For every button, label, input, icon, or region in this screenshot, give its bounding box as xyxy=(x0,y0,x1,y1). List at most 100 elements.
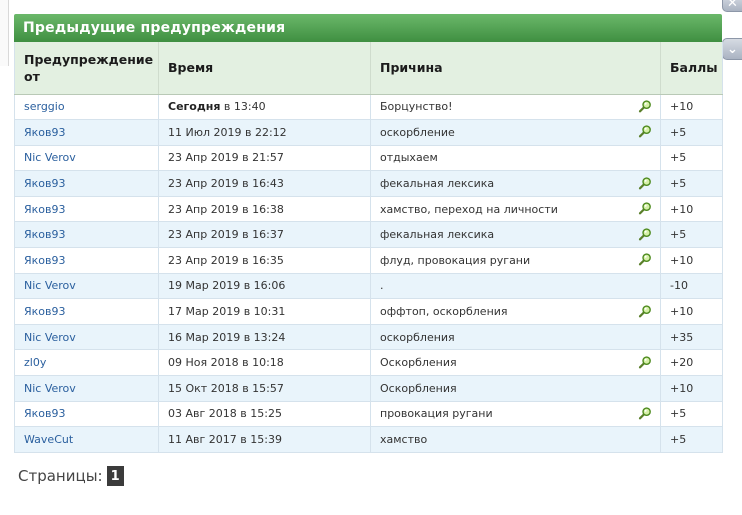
cell-time: 16 Мар 2019 в 13:24 xyxy=(158,324,371,351)
cell-reason: оффтоп, оскорбления xyxy=(370,298,661,325)
time-value: 11 Авг 2017 в 15:39 xyxy=(168,433,282,447)
reason-text: хамство xyxy=(380,433,428,447)
cell-from: Яков93 xyxy=(14,119,159,146)
user-link[interactable]: Яков93 xyxy=(24,203,66,216)
cell-points: +20 xyxy=(660,349,723,377)
background-page-edge xyxy=(0,0,9,66)
cell-reason: флуд, провокация ругани xyxy=(370,247,661,274)
cell-points: +10 xyxy=(660,375,723,402)
reason-text: Оскорбления xyxy=(380,356,457,370)
cell-from: Nic Verov xyxy=(14,273,159,300)
user-link[interactable]: Яков93 xyxy=(24,228,66,241)
warnings-table: Предупреждение от Время Причина Баллы se… xyxy=(14,42,723,453)
cell-from: Яков93 xyxy=(14,247,159,274)
cell-time: 23 Апр 2019 в 16:38 xyxy=(158,196,371,223)
table-row: Яков93 23 Апр 2019 в 16:38 хамство, перехо… xyxy=(14,196,723,223)
cell-points: +5 xyxy=(660,221,723,249)
user-link[interactable]: Nic Verov xyxy=(24,331,76,344)
cell-points: -10 xyxy=(660,273,723,300)
time-value: 11 Июл 2019 в 22:12 xyxy=(168,125,287,139)
reason-text: Оскорбления xyxy=(380,381,457,395)
cell-from: Яков93 xyxy=(14,221,159,249)
table-row: Nic Verov 19 Мар 2019 в 16:06. -10 xyxy=(14,273,723,300)
user-link[interactable]: Nic Verov xyxy=(24,382,76,395)
table-row: Яков93 23 Апр 2019 в 16:37 фекальная лекси… xyxy=(14,221,723,249)
reason-text: оскорбление xyxy=(380,125,455,139)
cell-time: 11 Июл 2019 в 22:12 xyxy=(158,119,371,146)
user-link[interactable]: Яков93 xyxy=(24,407,66,420)
magnifier-icon[interactable] xyxy=(638,125,652,139)
pagination-current-page[interactable]: 1 xyxy=(106,466,124,486)
cell-points: +10 xyxy=(660,298,723,325)
cell-from: Nic Verov xyxy=(14,324,159,351)
magnifier-icon[interactable] xyxy=(638,406,652,420)
table-row: Яков93 23 Апр 2019 в 16:43 фекальная лекси… xyxy=(14,170,723,197)
cell-time: 19 Мар 2019 в 16:06 xyxy=(158,273,371,300)
chevron-down-icon[interactable]: ⌄ xyxy=(722,38,742,60)
magnifier-icon[interactable] xyxy=(638,253,652,267)
cell-reason: хамство, переход на личности xyxy=(370,196,661,223)
user-link[interactable]: serggio xyxy=(24,100,65,113)
cell-from: Яков93 xyxy=(14,170,159,197)
reason-text: фекальная лексика xyxy=(380,177,495,191)
user-link[interactable]: Яков93 xyxy=(24,126,66,139)
cell-points: +5 xyxy=(660,119,723,146)
reason-text: флуд, провокация ругани xyxy=(380,253,531,267)
magnifier-icon[interactable] xyxy=(638,227,652,241)
reason-text: фекальная лексика xyxy=(380,228,495,242)
magnifier-icon[interactable] xyxy=(638,176,652,190)
cell-time: Сегодня в 13:40 xyxy=(158,94,371,121)
cell-reason: оскорбления xyxy=(370,324,661,351)
time-value: 19 Мар 2019 в 16:06 xyxy=(168,279,286,293)
reason-text: отдыхаем xyxy=(380,151,438,165)
column-header-time: Время xyxy=(158,42,371,95)
magnifier-icon[interactable] xyxy=(638,99,652,113)
table-row: zl0y 09 Ноя 2018 в 10:18 Оскорбления +20 xyxy=(14,349,723,377)
cell-time: 23 Апр 2019 в 16:35 xyxy=(158,247,371,274)
cell-from: Nic Verov xyxy=(14,375,159,402)
table-header-row: Предупреждение от Время Причина Баллы xyxy=(14,42,723,95)
close-icon[interactable]: ✕ xyxy=(722,0,742,12)
user-link[interactable]: WaveCut xyxy=(24,433,73,446)
time-value: 23 Апр 2019 в 16:43 xyxy=(168,177,284,191)
time-value: 23 Апр 2019 в 16:38 xyxy=(168,202,284,216)
cell-time: 15 Окт 2018 в 15:57 xyxy=(158,375,371,402)
user-link[interactable]: Nic Verov xyxy=(24,279,76,292)
cell-reason: хамство xyxy=(370,426,661,453)
table-row: Nic Verov 16 Мар 2019 в 13:24 оскорбления +… xyxy=(14,324,723,351)
user-link[interactable]: Яков93 xyxy=(24,177,66,190)
time-value: 16 Мар 2019 в 13:24 xyxy=(168,330,286,344)
time-value: 17 Мар 2019 в 10:31 xyxy=(168,305,286,319)
cell-points: +10 xyxy=(660,196,723,223)
magnifier-icon[interactable] xyxy=(638,304,652,318)
cell-reason: оскорбление xyxy=(370,119,661,146)
magnifier-icon[interactable] xyxy=(638,355,652,369)
cell-time: 03 Авг 2018 в 15:25 xyxy=(158,401,371,428)
reason-text: Борцунство! xyxy=(380,100,453,114)
pagination-label: Страницы: xyxy=(18,467,103,485)
time-relative-day: Сегодня xyxy=(168,100,221,114)
cell-from: WaveCut xyxy=(14,426,159,453)
magnifier-icon[interactable] xyxy=(638,201,652,215)
cell-reason: . xyxy=(370,273,661,300)
user-link[interactable]: Яков93 xyxy=(24,305,66,318)
user-link[interactable]: zl0y xyxy=(24,356,46,369)
cell-reason: фекальная лексика xyxy=(370,170,661,197)
cell-from: Яков93 xyxy=(14,401,159,428)
cell-from: Яков93 xyxy=(14,298,159,325)
table-row: Яков93 17 Мар 2019 в 10:31 оффтоп, оскорбл… xyxy=(14,298,723,325)
time-value: в 13:40 xyxy=(220,100,266,114)
table-row: Яков93 11 Июл 2019 в 22:12 оскорбление +5 xyxy=(14,119,723,146)
cell-points: +10 xyxy=(660,94,723,121)
reason-text: хамство, переход на личности xyxy=(380,202,558,216)
user-link[interactable]: Яков93 xyxy=(24,254,66,267)
cell-points: +5 xyxy=(660,170,723,197)
reason-text: провокация ругани xyxy=(380,407,493,421)
cell-reason: провокация ругани xyxy=(370,401,661,428)
column-header-reason: Причина xyxy=(370,42,661,95)
cell-reason: фекальная лексика xyxy=(370,221,661,249)
table-row: Nic Verov 23 Апр 2019 в 21:57 отдыхаем +5 xyxy=(14,145,723,172)
user-link[interactable]: Nic Verov xyxy=(24,151,76,164)
cell-reason: Оскорбления xyxy=(370,375,661,402)
cell-points: +5 xyxy=(660,401,723,428)
